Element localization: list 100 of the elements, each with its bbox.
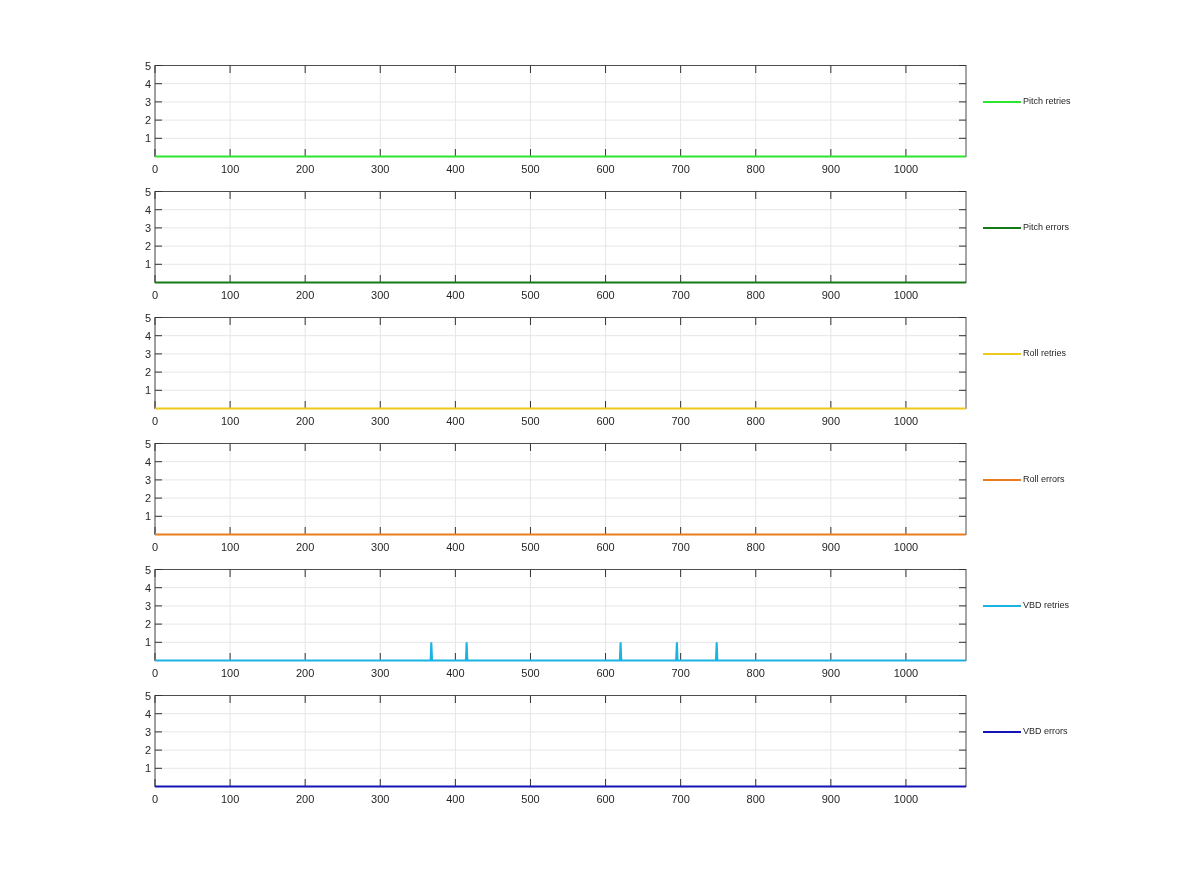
tick-label: 400 xyxy=(446,415,465,427)
tick-label: 700 xyxy=(671,793,690,805)
tick-label: 100 xyxy=(220,541,240,553)
tick-label: 700 xyxy=(671,541,690,553)
tick-label: 2 xyxy=(144,366,151,379)
tick-label: 400 xyxy=(446,667,465,679)
tick-label: 3 xyxy=(144,347,151,360)
tick-label: 800 xyxy=(746,541,765,553)
tick-label: 100 xyxy=(220,793,240,805)
tick-label: 600 xyxy=(596,667,615,679)
tick-label: 400 xyxy=(446,289,465,301)
tick-label: 500 xyxy=(521,793,540,805)
tick-label: 400 xyxy=(446,793,465,805)
tick-label: 500 xyxy=(521,667,540,679)
tick-label: 800 xyxy=(746,415,765,427)
tick-label: 3 xyxy=(144,725,151,738)
tick-label: 800 xyxy=(746,289,765,301)
tick-label: 0 xyxy=(151,415,159,427)
tick-label: 200 xyxy=(296,541,315,553)
tick-label: 300 xyxy=(371,415,390,427)
tick-label: 4 xyxy=(144,455,151,468)
legend-label: Pitch errors xyxy=(1023,221,1069,234)
tick-label: 5 xyxy=(144,311,151,324)
tick-label: 400 xyxy=(446,163,465,175)
tick-label: 1000 xyxy=(893,667,919,679)
legend-label: Pitch retries xyxy=(1023,95,1071,108)
tick-label: 3 xyxy=(144,599,151,612)
tick-label: 2 xyxy=(144,744,151,757)
tick-label: 1 xyxy=(144,258,151,271)
legend-label: VBD errors xyxy=(1023,725,1068,738)
tick-label: 900 xyxy=(821,541,840,553)
tick-label: 4 xyxy=(144,581,151,594)
tick-label: 900 xyxy=(821,163,840,175)
legend-line-icon xyxy=(983,351,1021,356)
tick-label: 900 xyxy=(821,415,840,427)
tick-label: 600 xyxy=(596,541,615,553)
tick-label: 1 xyxy=(144,384,151,397)
tick-label: 300 xyxy=(371,163,390,175)
tick-label: 100 xyxy=(220,415,240,427)
tick-label: 0 xyxy=(151,541,159,553)
tick-label: 3 xyxy=(144,473,151,486)
tick-label: 1000 xyxy=(893,289,919,301)
tick-label: 900 xyxy=(821,289,840,301)
tick-label: 5 xyxy=(144,437,151,450)
tick-label: 1000 xyxy=(893,415,919,427)
tick-label: 700 xyxy=(671,289,690,301)
legend-line-icon xyxy=(983,603,1021,608)
tick-label: 500 xyxy=(521,163,540,175)
tick-label: 700 xyxy=(671,667,690,679)
tick-label: 1 xyxy=(144,510,151,523)
tick-label: 1000 xyxy=(893,793,919,805)
tick-label: 200 xyxy=(296,667,315,679)
tick-label: 0 xyxy=(151,289,159,301)
tick-label: 600 xyxy=(596,163,615,175)
tick-label: 700 xyxy=(671,415,690,427)
tick-label: 800 xyxy=(746,793,765,805)
tick-label: 0 xyxy=(151,667,159,679)
tick-label: 4 xyxy=(144,203,151,216)
tick-label: 900 xyxy=(821,667,840,679)
tick-label: 2 xyxy=(144,618,151,631)
tick-label: 5 xyxy=(144,59,151,72)
tick-label: 300 xyxy=(371,793,390,805)
tick-label: 100 xyxy=(220,289,240,301)
tick-label: 200 xyxy=(296,415,315,427)
tick-label: 0 xyxy=(151,793,159,805)
tick-label: 1000 xyxy=(893,163,919,175)
tick-label: 4 xyxy=(144,707,151,720)
tick-label: 200 xyxy=(296,289,315,301)
tick-label: 500 xyxy=(521,541,540,553)
tick-label: 5 xyxy=(144,185,151,198)
tick-label: 600 xyxy=(596,289,615,301)
tick-label: 500 xyxy=(521,289,540,301)
tick-label: 1 xyxy=(144,762,151,775)
tick-label: 200 xyxy=(296,163,315,175)
tick-label: 400 xyxy=(446,541,465,553)
tick-label: 200 xyxy=(296,793,315,805)
tick-label: 100 xyxy=(220,667,240,679)
tick-label: 700 xyxy=(671,163,690,175)
legend-label: Roll retries xyxy=(1023,347,1066,360)
tick-label: 300 xyxy=(371,667,390,679)
tick-label: 600 xyxy=(596,793,615,805)
legend-line-icon xyxy=(983,225,1021,230)
tick-label: 3 xyxy=(144,95,151,108)
tick-label: 800 xyxy=(746,163,765,175)
tick-label: 300 xyxy=(371,289,390,301)
legend-label: Roll errors xyxy=(1023,473,1065,486)
tick-label: 900 xyxy=(821,793,840,805)
tick-label: 2 xyxy=(144,492,151,505)
tick-label: 1000 xyxy=(893,541,919,553)
legend-line-icon xyxy=(983,99,1021,104)
tick-label: 100 xyxy=(220,163,240,175)
legend-line-icon xyxy=(983,477,1021,482)
tick-label: 2 xyxy=(144,240,151,253)
tick-label: 4 xyxy=(144,77,151,90)
tick-label: 5 xyxy=(144,689,151,702)
legend-line-icon xyxy=(983,729,1021,734)
tick-label: 300 xyxy=(371,541,390,553)
tick-label: 3 xyxy=(144,221,151,234)
tick-label: 600 xyxy=(596,415,615,427)
tick-label: 1 xyxy=(144,132,151,145)
